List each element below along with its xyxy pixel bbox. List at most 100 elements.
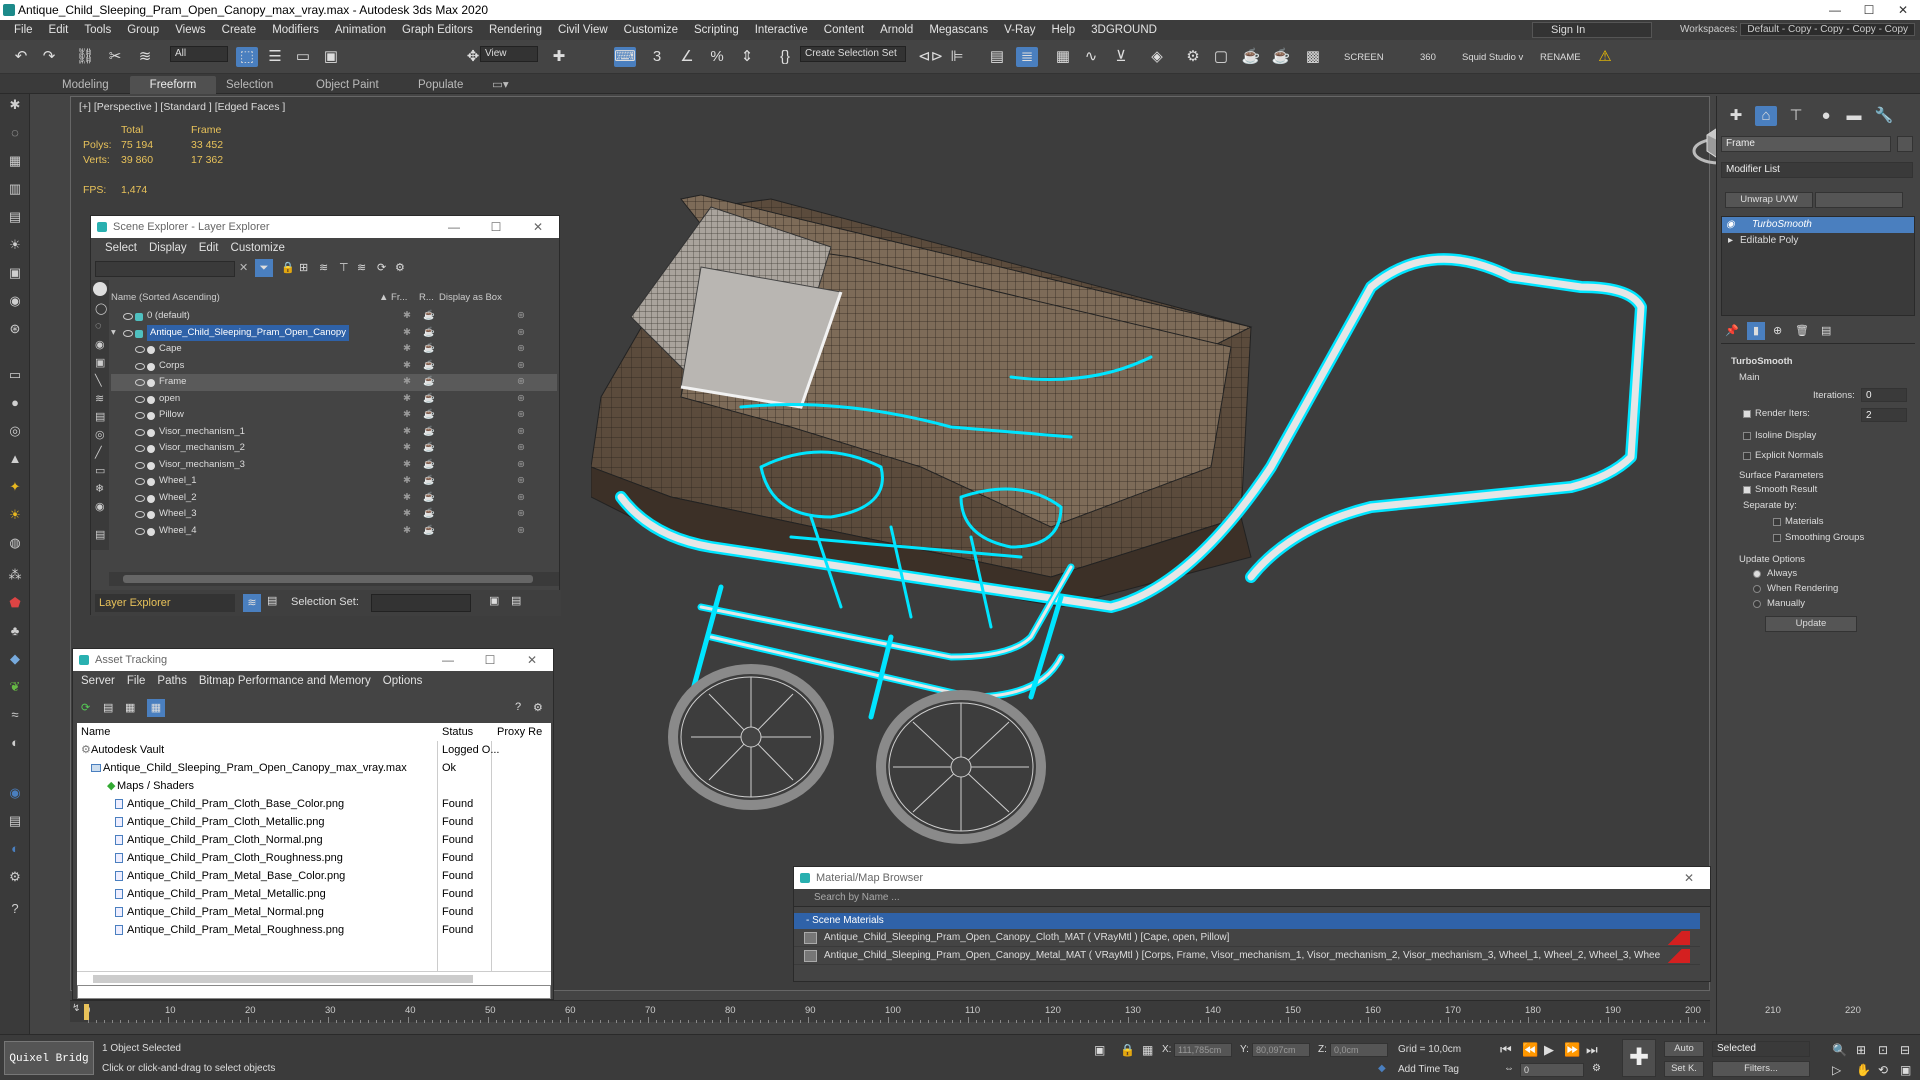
curve-editor-icon[interactable]: ∿ [1080,47,1102,67]
scene-row[interactable]: Visor_mechanism_3 ✱ ☕ ⊛ [111,457,557,474]
asset-scrollbar-thumb[interactable] [93,975,473,983]
visibility-eye-icon[interactable] [123,329,133,337]
asset-row[interactable]: Antique_Child_Pram_Metal_Normal.png Found [77,903,551,921]
light-bulb-icon[interactable]: ✦ [6,478,24,496]
scene-minimize-button[interactable]: — [433,216,475,238]
asset-col-name[interactable]: Name [81,723,110,741]
menu-views[interactable]: Views [167,20,213,40]
scene-menu-display[interactable]: Display [143,242,193,254]
spinner-snap-icon[interactable]: ⇕ [736,47,758,67]
menu-create[interactable]: Create [214,20,265,40]
key-mode-icon[interactable]: ⇔ [1504,1063,1514,1074]
visibility-eye-icon[interactable] [135,478,145,485]
render-setup-icon[interactable]: ⚙ [1182,47,1204,67]
selection-lock-icon[interactable]: 🔒 [1120,1043,1135,1057]
modifier-list-dropdown[interactable]: Modifier List [1721,162,1913,178]
create-tab-icon[interactable]: ✚ [1725,106,1747,126]
manually-radio[interactable] [1753,600,1761,608]
col-name[interactable]: Name (Sorted Ascending) [111,290,220,306]
scene-row[interactable]: Pillow ✱ ☕ ⊛ [111,407,557,424]
asset-row[interactable]: Antique_Child_Pram_Cloth_Base_Color.png F… [77,795,551,813]
add-layer-icon[interactable]: ⊞ [299,261,308,274]
asset-path-field[interactable] [77,985,551,999]
lock-icon[interactable]: 🔒 [281,261,295,274]
window-crossing-icon[interactable]: ▣ [320,47,342,67]
menu-modifiers[interactable]: Modifiers [264,20,327,40]
maximize-button[interactable]: ☐ [1852,0,1886,20]
when-rendering-radio[interactable] [1753,585,1761,593]
camera-icon[interactable]: ◍ [6,534,24,552]
menu-vray[interactable]: V-Ray [996,20,1043,40]
tab-populate[interactable]: Populate [410,76,471,94]
layer-filter-icon[interactable]: ▤ [95,528,105,541]
x-coordinate-field[interactable]: 111,785cm [1174,1043,1232,1057]
qr-icon[interactable]: ▩ [1302,47,1324,67]
render-teapot-icon[interactable]: ☕ [423,341,435,358]
rendered-frame-icon[interactable]: ▢ [1210,47,1232,67]
tab-object-paint[interactable]: Object Paint [308,76,387,94]
object-name-field[interactable]: Frame [1721,136,1891,152]
scene-menu-select[interactable]: Select [99,242,143,254]
ribbon-options-icon[interactable]: ▭▾ [484,76,517,94]
asset-row[interactable]: Antique_Child_Pram_Cloth_Metallic.png Fou… [77,813,551,831]
scene-row[interactable]: Wheel_3 ✱ ☕ ⊛ [111,506,557,523]
tab-freeform[interactable]: Freeform [130,76,216,94]
refresh-icon[interactable]: ⟳ [81,701,90,714]
scene-explorer-icon[interactable]: ▤ [986,47,1008,67]
scene-menu-edit[interactable]: Edit [193,242,225,254]
asset-row[interactable]: Antique_Child_Pram_Metal_Metallic.png Fou… [77,885,551,903]
visibility-eye-icon[interactable] [123,313,133,320]
motion-tab-icon[interactable]: ● [1815,106,1837,126]
display-tab-icon[interactable]: ▬ [1843,106,1865,126]
material-browser-titlebar[interactable]: Material/Map Browser ✕ [794,867,1710,889]
zoom-extents-all-icon[interactable]: ⊟ [1900,1043,1910,1057]
asset-menu-options[interactable]: Options [377,675,429,687]
asset-row[interactable]: Antique_Child_Pram_Cloth_Roughness.png Fo… [77,849,551,867]
box-icon[interactable]: ▭ [6,366,24,384]
selection-filter-dropdown[interactable]: All [170,46,228,62]
table-view-icon[interactable]: ▦ [147,699,165,717]
cameras-icon[interactable]: ◉ [6,292,24,310]
layers-toggle-icon[interactable]: ≋ [243,594,261,612]
play-icon[interactable]: ▶ [1544,1042,1554,1058]
freeze-icon[interactable]: ✱ [403,391,411,408]
angle-snap-icon[interactable]: ∠ [676,47,698,67]
menu-3dground[interactable]: 3DGROUND [1083,20,1165,40]
explorer-type-dropdown[interactable]: Layer Explorer [95,594,235,612]
asset-menu-paths[interactable]: Paths [151,675,192,687]
turbosmooth-rollout-title[interactable]: TurboSmooth [1731,356,1793,367]
render-teapot-icon[interactable]: ☕ [423,490,435,507]
cloth-icon[interactable]: ◐ [6,734,24,752]
menu-megascans[interactable]: Megascans [921,20,996,40]
cameras-filter-icon[interactable]: ▣ [95,356,105,369]
scene-row[interactable]: Visor_mechanism_2 ✱ ☕ ⊛ [111,440,557,457]
list-view-icon[interactable]: ▤ [103,701,113,714]
plant-icon[interactable]: ❦ [6,678,24,696]
time-config-icon[interactable]: ⚙ [1592,1063,1601,1074]
visibility-eye-icon[interactable]: ◉ [1726,217,1735,233]
menu-help[interactable]: Help [1043,20,1083,40]
bones-filter-icon[interactable]: ╱ [95,446,102,459]
asset-col-status[interactable]: Status [442,723,473,741]
render-teapot-icon[interactable]: ☕ [423,424,435,441]
curve-toggle-icon[interactable]: ↯ [72,1003,80,1014]
display-box-icon[interactable]: ⊛ [517,424,525,441]
save-selection-icon[interactable]: ▣ [489,594,499,607]
spacewarps-filter-icon[interactable]: ≋ [95,392,104,405]
lights-filter-icon[interactable]: ◉ [95,338,105,351]
render-teapot-icon[interactable]: ☕ [423,325,435,342]
align-icon[interactable]: ⊫ [946,47,968,67]
reference-coord-dropdown[interactable]: View [480,46,538,62]
menu-group[interactable]: Group [119,20,167,40]
create-icon[interactable]: ✱ [6,96,24,114]
sort-icon[interactable]: ▤ [267,594,277,607]
mirror-icon[interactable]: ⊲⊳ [918,47,943,67]
minimize-button[interactable]: — [1818,0,1852,20]
z-coordinate-field[interactable]: 0,0cm [1330,1043,1388,1057]
undo-icon[interactable]: ↶ [10,47,32,67]
asset-menu-server[interactable]: Server [75,675,121,687]
asset-minimize-button[interactable]: — [427,649,469,671]
zoom-all-icon[interactable]: ⊞ [1856,1043,1866,1057]
freeze-icon[interactable]: ✱ [403,374,411,391]
collapse-icon[interactable]: ▾ [111,325,116,342]
